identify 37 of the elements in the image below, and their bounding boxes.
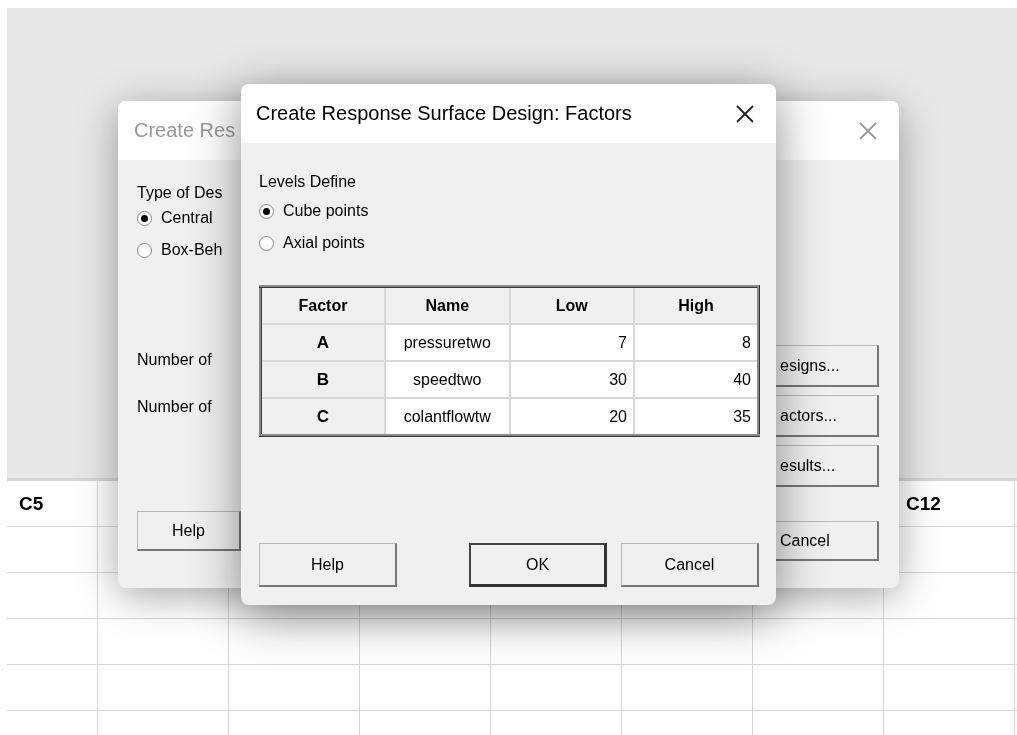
row-header: A — [260, 324, 385, 361]
group-label: Levels Define — [259, 173, 357, 191]
table-cell[interactable]: 8 — [634, 324, 759, 361]
field-label: Number of — [137, 351, 213, 369]
window-title: Create Res — [134, 119, 236, 142]
column-header: Low — [509, 286, 634, 324]
cancel-button[interactable]: Cancel — [621, 543, 759, 587]
column-header: C5 — [18, 492, 45, 516]
table-cell[interactable]: pressuretwo — [385, 324, 510, 361]
row-header: C — [260, 398, 385, 436]
table-cell[interactable]: colantflowtw — [385, 398, 510, 436]
radio-button[interactable] — [137, 210, 152, 226]
table-cell[interactable]: speedtwo — [385, 361, 510, 398]
column-header: C12 — [905, 492, 942, 516]
row-header: B — [260, 361, 385, 398]
radio-label: Central — [161, 209, 213, 227]
column-header: High — [634, 286, 759, 324]
group-label: Type of Des — [137, 184, 224, 202]
radio-label: Axial points — [283, 234, 365, 252]
radio-button[interactable] — [259, 203, 274, 219]
help-button[interactable]: Help — [259, 543, 397, 587]
column-header: Name — [385, 286, 510, 324]
table-cell[interactable]: 20 — [509, 398, 634, 436]
window-title: Create Response Surface Design: Factors — [256, 102, 632, 125]
radio-button[interactable] — [137, 242, 152, 258]
radio-label: Box-Beh — [161, 241, 223, 259]
table-cell[interactable]: 30 — [509, 361, 634, 398]
column-header: Factor — [260, 286, 385, 324]
table-cell[interactable]: 35 — [634, 398, 759, 436]
close-icon[interactable] — [736, 104, 754, 123]
table-cell[interactable]: 40 — [634, 361, 759, 398]
table-cell[interactable]: 7 — [509, 324, 634, 361]
ok-button[interactable]: OK — [469, 543, 607, 587]
help-button[interactable]: Help — [137, 511, 241, 551]
radio-button[interactable] — [259, 235, 274, 251]
field-label: Number of — [137, 398, 213, 416]
radio-label: Cube points — [283, 202, 369, 220]
